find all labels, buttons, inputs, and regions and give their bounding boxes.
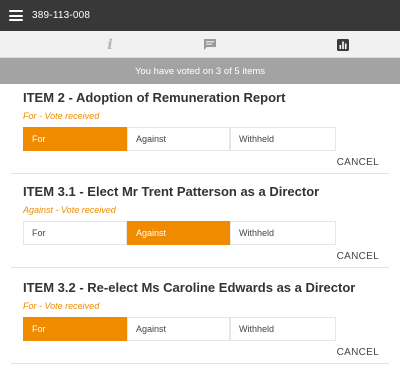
cancel-vote-button[interactable]: CANCEL (337, 347, 379, 358)
cancel-vote-button[interactable]: CANCEL (337, 251, 379, 262)
vote-status: For - Vote received (23, 111, 100, 121)
vote-for-button[interactable]: For (23, 317, 127, 341)
vote-status: Against - Vote received (23, 205, 116, 215)
item-title: ITEM 3.2 - Re-elect Ms Caroline Edwards … (23, 280, 356, 295)
vote-withheld-button[interactable]: Withheld (230, 221, 336, 245)
tab-bar: i (0, 31, 400, 58)
app-header: 389-113-008 (0, 0, 400, 31)
item-divider (11, 267, 389, 268)
tab-info[interactable]: i (90, 31, 130, 58)
tab-questions[interactable] (190, 31, 230, 58)
hamburger-menu-icon[interactable] (9, 10, 23, 21)
vote-against-button[interactable]: Against (127, 127, 230, 151)
cancel-vote-button[interactable]: CANCEL (337, 157, 379, 168)
vote-progress-banner: You have voted on 3 of 5 items (0, 58, 400, 84)
item-divider (11, 363, 389, 364)
meeting-id-title: 389-113-008 (32, 10, 91, 21)
item-title: ITEM 3.1 - Elect Mr Trent Patterson as a… (23, 184, 320, 199)
vote-for-button[interactable]: For (23, 221, 127, 245)
vote-withheld-button[interactable]: Withheld (230, 127, 336, 151)
vote-options: For Against Withheld (23, 317, 336, 341)
vote-progress-text: You have voted on 3 of 5 items (134, 65, 266, 77)
vote-options: For Against Withheld (23, 221, 336, 245)
item-title: ITEM 2 - Adoption of Remuneration Report (23, 90, 286, 105)
info-icon: i (107, 36, 113, 53)
vote-withheld-button[interactable]: Withheld (230, 317, 336, 341)
vote-against-button[interactable]: Against (127, 317, 230, 341)
tab-voting[interactable] (323, 31, 363, 58)
item-divider (11, 173, 389, 174)
vote-status: For - Vote received (23, 301, 100, 311)
vote-against-button[interactable]: Against (127, 221, 230, 245)
chat-bubble-icon (204, 39, 216, 50)
bar-chart-icon (337, 38, 349, 51)
vote-options: For Against Withheld (23, 127, 336, 151)
vote-for-button[interactable]: For (23, 127, 127, 151)
